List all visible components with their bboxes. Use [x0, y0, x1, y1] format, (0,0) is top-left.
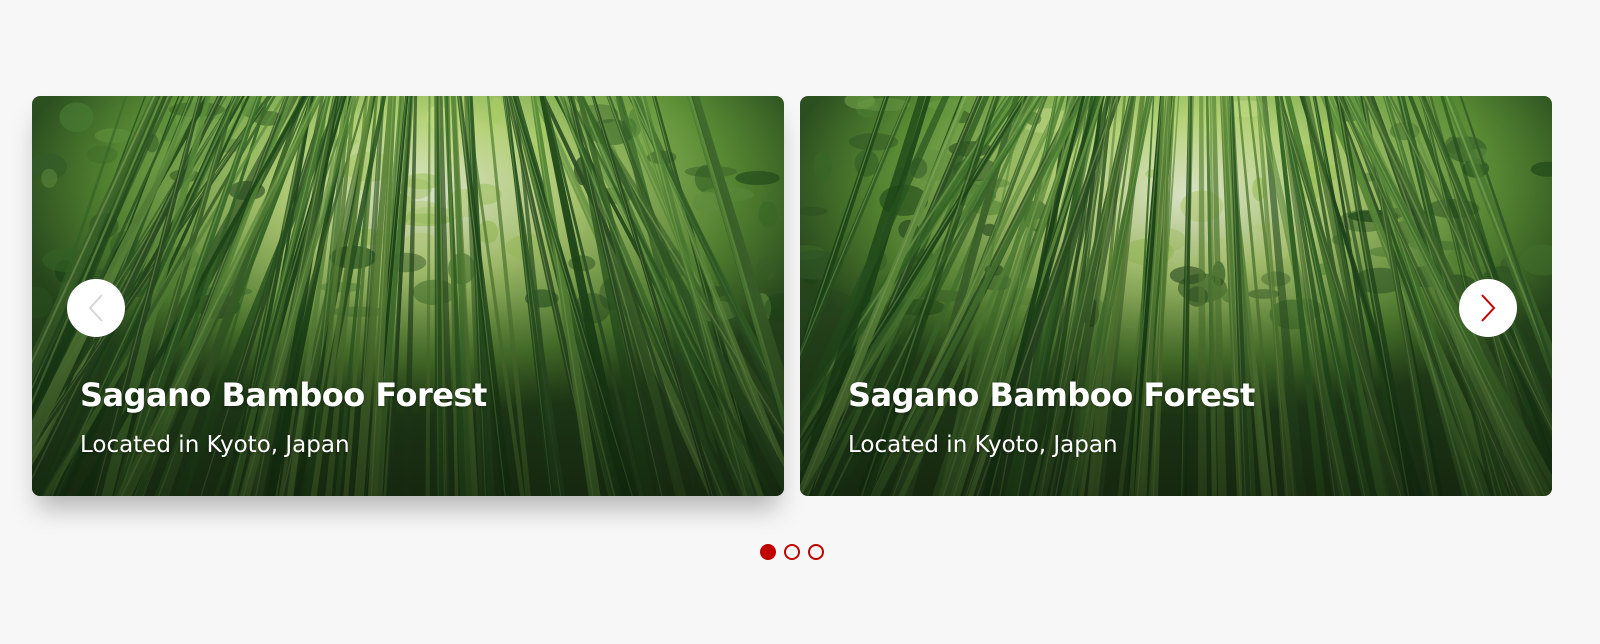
- chevron-left-icon: [88, 294, 103, 322]
- pagination-dot[interactable]: [784, 544, 800, 560]
- slide-title: Sagano Bamboo Forest: [848, 376, 1255, 414]
- pagination-dot[interactable]: [760, 544, 776, 560]
- image-carousel: Sagano Bamboo Forest Located in Kyoto, J…: [0, 0, 1600, 644]
- previous-slide-button[interactable]: [67, 279, 125, 337]
- next-slide-button[interactable]: [1459, 279, 1517, 337]
- carousel-slide[interactable]: Sagano Bamboo Forest Located in Kyoto, J…: [32, 96, 784, 496]
- chevron-right-icon: [1481, 294, 1496, 322]
- slide-subtitle: Located in Kyoto, Japan: [80, 432, 350, 458]
- slide-title: Sagano Bamboo Forest: [80, 376, 487, 414]
- carousel-track: Sagano Bamboo Forest Located in Kyoto, J…: [32, 96, 1568, 496]
- pagination-dot[interactable]: [808, 544, 824, 560]
- slide-subtitle: Located in Kyoto, Japan: [848, 432, 1118, 458]
- carousel-pagination: [760, 544, 824, 560]
- carousel-slide[interactable]: Sagano Bamboo Forest Located in Kyoto, J…: [800, 96, 1552, 496]
